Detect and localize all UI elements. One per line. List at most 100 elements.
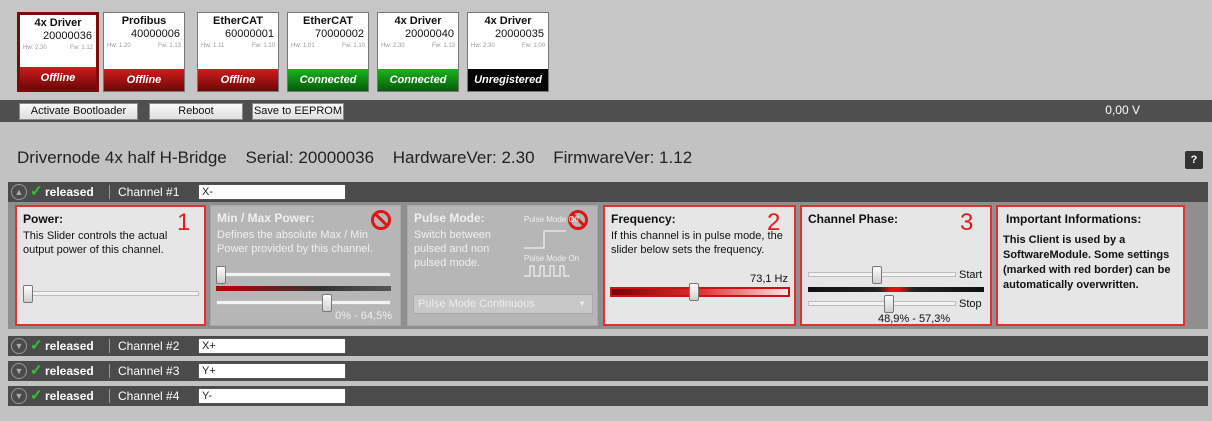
voltage-readout: 0,00 V (1105, 103, 1140, 117)
stop-phase-slider[interactable] (884, 295, 894, 313)
min-power-slider[interactable] (216, 266, 226, 284)
start-phase-slider[interactable] (872, 266, 882, 284)
checkmark-icon: ✓ (30, 387, 43, 404)
expand-icon[interactable]: ▼ (11, 338, 27, 354)
channel-row-1: ▲ ✓ released Channel #1 X- (8, 182, 1208, 202)
panel-title: Power: (23, 212, 64, 226)
firmware-version: FirmwareVer: 1.12 (553, 148, 693, 167)
channel-name: Channel #4 (118, 389, 180, 403)
pulse-mode-panel: Pulse Mode: Switch between pulsed and no… (407, 205, 598, 326)
panel-description: This Slider controls the actual output p… (23, 230, 168, 256)
device-fw: Fw: 1.10 (341, 43, 365, 49)
activate-bootloader-button[interactable]: Activate Bootloader (19, 103, 138, 120)
power-range-value: 0% - 64,5% (335, 310, 392, 322)
channel-alias-input[interactable]: Y- (198, 388, 346, 404)
start-label: Start (959, 269, 983, 281)
channel-row-3: ▼ ✓ released Channel #3 Y+ (8, 361, 1208, 381)
collapse-icon[interactable]: ▲ (11, 184, 27, 200)
pulse-signal-icon (524, 265, 570, 277)
phase-range-bar (808, 287, 984, 292)
panel-title: Important Informations: (1006, 212, 1142, 226)
frequency-value: 73,1 Hz (750, 273, 788, 285)
max-slider-track (216, 300, 391, 305)
divider (109, 364, 110, 378)
device-serial-info: Serial: 20000036 (245, 148, 375, 167)
frequency-panel: Frequency: 2 If this channel is in pulse… (603, 205, 796, 326)
step-signal-icon (524, 230, 566, 249)
power-panel: Power: 1 This Slider controls the actual… (15, 205, 206, 326)
power-slider-track (23, 291, 199, 296)
max-power-slider[interactable] (322, 294, 333, 312)
channel-phase-panel: Channel Phase: 3 Start Stop 48,9% - 57,3… (800, 205, 992, 326)
device-tile-4[interactable]: EtherCAT 70000002 Hw: 1.01 Fw: 1.10 Conne… (287, 12, 369, 92)
device-serial: 70000002 (315, 28, 364, 40)
device-versions: Hw: 1.11 Fw: 1.10 (198, 41, 278, 51)
checkmark-icon: ✓ (30, 362, 43, 379)
pulse-mode-select-value: Pulse Mode Continuous (418, 298, 535, 310)
device-name: EtherCAT (213, 15, 263, 27)
device-status: Offline (20, 67, 96, 89)
device-status: Connected (378, 69, 458, 91)
device-tile-5[interactable]: 4x Driver 20000040 Hw: 2.30 Fw: 1.13 Conn… (377, 12, 459, 92)
divider (109, 339, 110, 353)
device-tile-6[interactable]: 4x Driver 20000035 Hw: 2.30 Fw: 1.00 Unre… (467, 12, 549, 92)
device-header: Drivernode 4x half H-Bridge Serial: 2000… (17, 148, 706, 168)
device-hw: Hw: 1.20 (107, 43, 131, 49)
device-fw: Fw: 1.10 (251, 43, 275, 49)
min-max-power-panel: Min / Max Power: Defines the absolute Ma… (210, 205, 401, 326)
channel-alias-input[interactable]: X+ (198, 338, 346, 354)
channel-name: Channel #1 (118, 185, 180, 199)
device-name: EtherCAT (303, 15, 353, 27)
channel-status: released (45, 339, 94, 353)
channel-status: released (45, 364, 94, 378)
device-hw: Hw: 1.01 (291, 43, 315, 49)
power-slider[interactable] (23, 285, 33, 303)
panel-title: Channel Phase: (808, 212, 899, 226)
expand-icon[interactable]: ▼ (11, 363, 27, 379)
device-versions: Hw: 2.30 Fw: 1.12 (20, 43, 96, 53)
checkmark-icon: ✓ (30, 183, 43, 200)
device-tile-1[interactable]: 4x Driver 20000036 Hw: 2.30 Fw: 1.12 Offl… (17, 12, 99, 92)
divider (109, 389, 110, 403)
divider (109, 185, 110, 199)
panel-title: Min / Max Power: (217, 211, 315, 225)
device-serial: 20000040 (405, 28, 454, 40)
panel-title: Frequency: (611, 212, 676, 226)
panel-description: Defines the absolute Max / Min Power pro… (217, 229, 373, 255)
device-hw: Hw: 1.11 (201, 43, 225, 49)
expand-icon[interactable]: ▼ (11, 388, 27, 404)
device-hw: Hw: 2.30 (23, 45, 47, 51)
stop-slider-track (808, 301, 956, 306)
frequency-slider-track (610, 287, 790, 297)
start-slider-track (808, 272, 956, 277)
device-status: Offline (198, 69, 278, 91)
device-title: Drivernode 4x half H-Bridge (17, 148, 227, 167)
pulse-mode-off-label: Pulse Mode Off (524, 215, 579, 224)
marker-number: 3 (960, 209, 974, 236)
device-name: Profibus (121, 15, 167, 27)
device-tile-2[interactable]: Profibus 40000006 Hw: 1.20 Fw: 1.13 Offli… (103, 12, 185, 92)
min-slider-track (216, 272, 391, 277)
frequency-slider[interactable] (689, 283, 699, 301)
device-serial: 20000035 (495, 28, 544, 40)
device-status: Connected (288, 69, 368, 91)
save-to-eeprom-button[interactable]: Save to EEPROM (252, 103, 344, 120)
reboot-button[interactable]: Reboot (149, 103, 243, 120)
channel-alias-input[interactable]: Y+ (198, 363, 346, 379)
device-versions: Hw: 2.30 Fw: 1.00 (468, 41, 548, 51)
device-status: Unregistered (468, 69, 548, 91)
pulse-mode-select[interactable]: Pulse Mode Continuous ▼ (413, 294, 593, 314)
device-serial: 20000036 (43, 30, 92, 42)
channel-status: released (45, 185, 94, 199)
channel-alias-input[interactable]: X- (198, 184, 346, 200)
device-versions: Hw: 1.20 Fw: 1.13 (104, 41, 184, 51)
device-fw: Fw: 1.00 (521, 43, 545, 49)
help-button[interactable]: ? (1185, 151, 1203, 169)
device-name: 4x Driver (34, 17, 82, 29)
device-tile-3[interactable]: EtherCAT 60000001 Hw: 1.11 Fw: 1.10 Offli… (197, 12, 279, 92)
hardware-version: HardwareVer: 2.30 (392, 148, 535, 167)
phase-range-value: 48,9% - 57,3% (878, 313, 951, 325)
channel-row-2: ▼ ✓ released Channel #2 X+ (8, 336, 1208, 356)
important-info-panel: Important Informations: This Client is u… (996, 205, 1185, 326)
panel-description: This Client is used by a SoftwareModule.… (1003, 234, 1171, 291)
